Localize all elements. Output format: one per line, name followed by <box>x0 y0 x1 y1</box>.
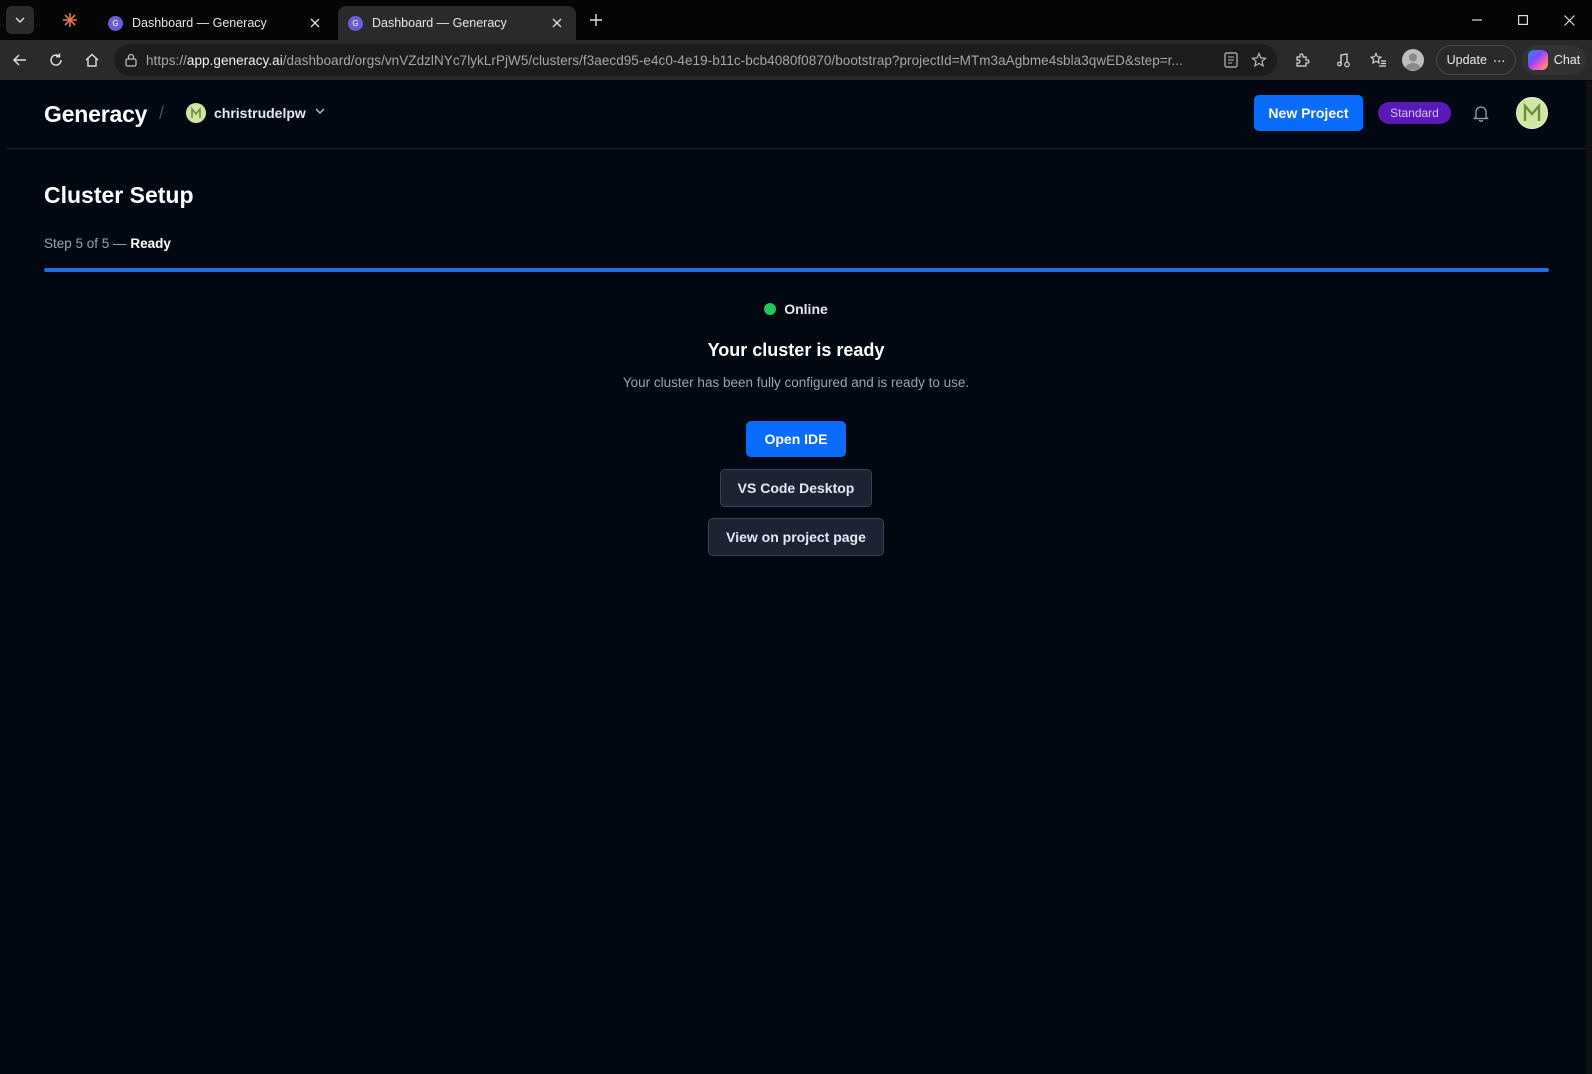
window-scrollbar[interactable] <box>1586 81 1592 1074</box>
reading-view-icon[interactable] <box>1217 46 1245 74</box>
org-avatar-icon <box>186 103 206 123</box>
update-label: Update <box>1446 53 1487 67</box>
lock-icon[interactable] <box>116 53 146 67</box>
view-project-page-button[interactable]: View on project page <box>708 518 884 556</box>
browser-tab-strip: G Dashboard — Generacy G Dashboard — Gen… <box>0 0 1592 40</box>
vscode-desktop-button[interactable]: VS Code Desktop <box>720 469 872 507</box>
minimize-window-icon[interactable] <box>1454 6 1500 34</box>
step-indicator: Step 5 of 5 — Ready <box>44 236 171 251</box>
favorite-star-icon[interactable] <box>1245 46 1273 74</box>
ready-heading: Your cluster is ready <box>707 340 885 360</box>
notifications-bell-icon[interactable] <box>1470 102 1492 124</box>
setup-progress-fill <box>44 268 1549 272</box>
open-ide-button[interactable]: Open IDE <box>746 421 846 457</box>
copilot-chat-button[interactable]: Chat <box>1522 45 1586 75</box>
cluster-status: Online <box>6 301 1586 317</box>
tab-title: Dashboard — Generacy <box>372 16 507 30</box>
url-text: https://app.generacy.ai/dashboard/orgs/v… <box>146 52 1183 68</box>
media-control-icon[interactable] <box>1329 46 1357 74</box>
browser-toolbar: https://app.generacy.ai/dashboard/orgs/v… <box>0 40 1592 80</box>
tab-title: Dashboard — Generacy <box>132 16 267 30</box>
generacy-favicon-icon: G <box>108 15 123 31</box>
brand-logo[interactable]: Generacy <box>44 101 147 128</box>
browser-tab[interactable]: G Dashboard — Generacy <box>98 6 334 40</box>
address-bar[interactable]: https://app.generacy.ai/dashboard/orgs/v… <box>114 44 1277 76</box>
browser-update-button[interactable]: Update ⋯ <box>1436 45 1516 75</box>
page-title: Cluster Setup <box>44 182 194 208</box>
reload-icon[interactable] <box>42 46 70 74</box>
close-tab-icon[interactable] <box>548 14 566 32</box>
back-arrow-icon[interactable] <box>6 46 34 74</box>
extensions-puzzle-icon[interactable] <box>1288 46 1316 74</box>
chat-label: Chat <box>1553 53 1581 67</box>
copilot-logo-icon <box>1527 50 1548 70</box>
user-avatar[interactable] <box>1516 97 1548 129</box>
home-icon[interactable] <box>78 46 106 74</box>
setup-progress-bar <box>44 268 1549 272</box>
maximize-window-icon[interactable] <box>1500 6 1546 34</box>
new-project-button[interactable]: New Project <box>1254 95 1363 131</box>
breadcrumb-separator: / <box>159 103 165 123</box>
app-header: Generacy / christrudelpw New Project Sta… <box>6 81 1586 149</box>
ready-description: Your cluster has been fully configured a… <box>622 375 970 390</box>
status-label: Online <box>784 301 828 317</box>
generacy-app: Generacy / christrudelpw New Project Sta… <box>6 81 1586 1070</box>
close-tab-icon[interactable] <box>306 14 324 32</box>
new-tab-plus-icon[interactable] <box>584 8 608 32</box>
tab-actions-chevron-icon[interactable] <box>6 6 34 34</box>
profile-avatar-icon[interactable] <box>1402 49 1424 71</box>
close-window-icon[interactable] <box>1546 6 1592 34</box>
chevron-down-icon <box>314 104 326 122</box>
browser-tab-active[interactable]: G Dashboard — Generacy <box>338 6 576 40</box>
org-switcher[interactable]: christrudelpw <box>186 101 326 125</box>
step-count: Step 5 of 5 — <box>44 236 127 251</box>
pinned-tab-claude-icon[interactable] <box>54 8 86 32</box>
favorites-list-icon[interactable] <box>1364 46 1392 74</box>
step-status: Ready <box>130 236 171 251</box>
status-online-dot-icon <box>764 303 777 315</box>
more-menu-icon: ⋯ <box>1492 53 1506 68</box>
generacy-favicon-icon: G <box>348 15 363 31</box>
org-name: christrudelpw <box>214 105 306 121</box>
plan-badge[interactable]: Standard <box>1378 102 1451 124</box>
